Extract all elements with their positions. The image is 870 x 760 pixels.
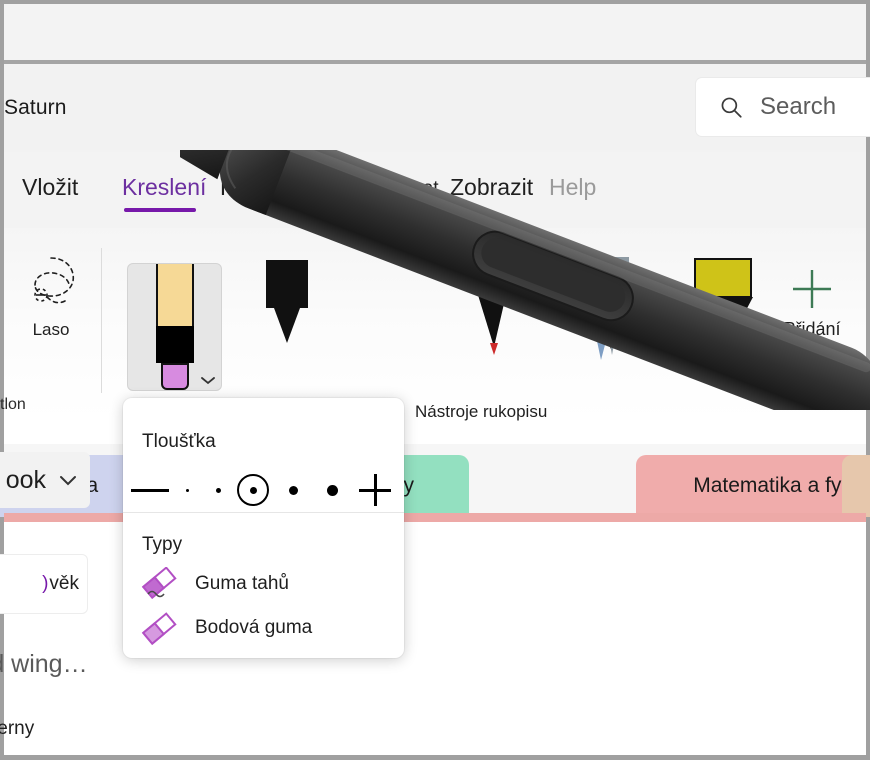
notebook-name: ook	[5, 465, 46, 494]
plus-icon	[768, 266, 856, 312]
page-text-primary: rd wing…	[0, 650, 88, 678]
point-eraser-icon	[139, 611, 181, 646]
notebook-selector[interactable]: ook	[0, 452, 90, 508]
flyout-divider	[123, 512, 404, 513]
page-item-vek[interactable]: ) věk	[0, 554, 88, 614]
ribbon-group-divider	[101, 248, 102, 393]
thickness-options-row[interactable]	[123, 468, 404, 512]
ribbon-tab-0[interactable]: Vložit	[22, 174, 78, 201]
page-item-label: věk	[49, 573, 79, 594]
ribbon-tab-1[interactable]: Kreslení	[122, 174, 206, 201]
ribbon-tab-3[interactable]: Zkontrolovat	[334, 178, 439, 200]
lasso-tool[interactable]: Laso	[8, 250, 94, 340]
lasso-label: Laso	[32, 320, 70, 339]
window-border-bottom	[0, 755, 870, 760]
thickness-heading: Tloušťka	[142, 431, 216, 452]
ribbon-tab-4[interactable]: Zobrazit	[450, 174, 533, 201]
eraser-icon	[156, 264, 194, 390]
type-item-stroke-eraser[interactable]: Guma tahů	[139, 566, 394, 601]
app-window: Saturn Search Vložit Kreslení Historie Zkon…	[0, 0, 870, 760]
eraser-body	[156, 264, 194, 326]
eraser-tip	[161, 363, 189, 390]
eraser-options-flyout[interactable]: Tloušťka Typy Guma tahů Bodová guma	[123, 398, 404, 658]
thickness-4[interactable]	[288, 485, 298, 495]
page-item-lead: )	[42, 573, 49, 594]
chevron-down-icon[interactable]	[199, 373, 217, 385]
type-label-point-eraser: Bodová guma	[195, 617, 313, 638]
search-icon	[718, 94, 744, 120]
pen-black-marker	[266, 260, 308, 343]
active-tab-underline	[124, 208, 196, 212]
pen-red	[478, 295, 506, 355]
section-tab-3[interactable]: V	[842, 455, 870, 517]
section-tab-2[interactable]: Matematika a fyzika	[636, 455, 870, 517]
ribbon-tab-2[interactable]: Historie	[220, 174, 298, 201]
ink-tools-group-label: Nástroje rukopisu	[415, 402, 548, 421]
thickness-5[interactable]	[326, 484, 338, 496]
add-pen-label-line2: oleje	[796, 341, 828, 358]
search-box[interactable]: Search	[696, 78, 870, 136]
thickness-2[interactable]	[215, 487, 221, 493]
selection-group-label: tlon	[0, 396, 26, 413]
types-heading: Typy	[142, 534, 183, 555]
add-pen-button[interactable]: Přidání oleje	[768, 262, 856, 360]
thickness-selected-ring	[237, 474, 269, 506]
highlighter-yellow	[693, 258, 753, 365]
stroke-eraser-icon	[139, 566, 181, 601]
thickness-line[interactable]	[131, 488, 169, 492]
lasso-icon	[8, 250, 94, 314]
chevron-down-icon[interactable]	[56, 472, 80, 488]
ribbon-tab-5[interactable]: Help	[549, 174, 596, 201]
type-item-point-eraser[interactable]: Bodová guma	[139, 611, 394, 646]
add-pen-label-line1: Přidání	[783, 319, 841, 339]
search-input-placeholder[interactable]: Search	[760, 93, 836, 121]
pen-collection[interactable]	[250, 255, 810, 395]
type-label-stroke-eraser: Guma tahů	[195, 573, 289, 594]
page-text-secondary: terny	[0, 718, 35, 739]
thickness-custom-bar[interactable]	[359, 489, 391, 492]
thickness-1[interactable]	[185, 488, 189, 492]
pencil-grey	[594, 257, 629, 355]
title-bar	[4, 4, 866, 60]
eraser-band	[156, 326, 194, 363]
page-title: Saturn	[4, 96, 67, 119]
